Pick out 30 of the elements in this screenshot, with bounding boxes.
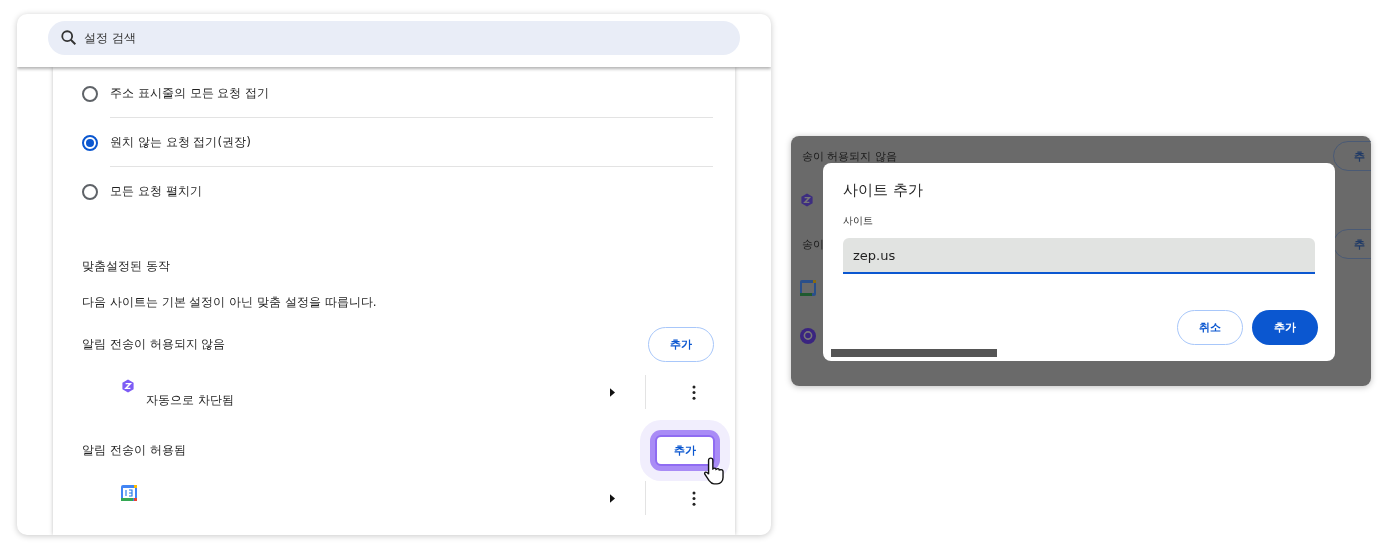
group-title: 알림 전송이 허용됨 [82, 441, 186, 459]
radio-label: 주소 표시줄의 모든 요청 접기 [110, 84, 270, 102]
more-icon[interactable] [692, 490, 696, 506]
site-icon [800, 193, 814, 207]
radio-button[interactable] [82, 85, 98, 102]
add-button[interactable]: 추가 [655, 434, 715, 466]
site-status: 자동으로 차단됨 [146, 393, 234, 407]
group-title: 알림 전송이 허용되지 않음 [82, 335, 226, 353]
radio-label: 모든 요청 펼치기 [110, 183, 202, 200]
calendar-icon [800, 280, 816, 296]
description: 다음 사이트는 기본 설정이 아닌 맞춤 설정을 따릅니다. [82, 294, 378, 311]
section-title: 맞춤설정된 동작 [82, 258, 171, 275]
radio-button[interactable] [82, 134, 98, 151]
group-title: 송이 [802, 236, 824, 252]
expand-arrow-icon[interactable] [610, 387, 615, 397]
chat-icon [800, 328, 816, 344]
calendar-icon [121, 485, 137, 501]
site-icon [121, 379, 135, 393]
add-button[interactable]: 추가 [1252, 310, 1318, 345]
site-field[interactable]: zep.us [843, 238, 1315, 274]
dialog-title: 사이트 추가 [843, 181, 924, 200]
add-button[interactable]: 추가 [648, 326, 714, 362]
search-field[interactable]: 설정 검색 [48, 20, 740, 55]
radio-label: 원치 않는 요청 접기(권장) [110, 133, 251, 151]
cancel-button[interactable]: 취소 [1177, 310, 1243, 345]
more-icon[interactable] [692, 384, 696, 400]
expand-arrow-icon[interactable] [610, 493, 615, 503]
radio-button[interactable] [82, 183, 98, 200]
field-label: 사이트 [843, 214, 874, 228]
group-title: 송이 허용되지 않음 [802, 148, 897, 164]
